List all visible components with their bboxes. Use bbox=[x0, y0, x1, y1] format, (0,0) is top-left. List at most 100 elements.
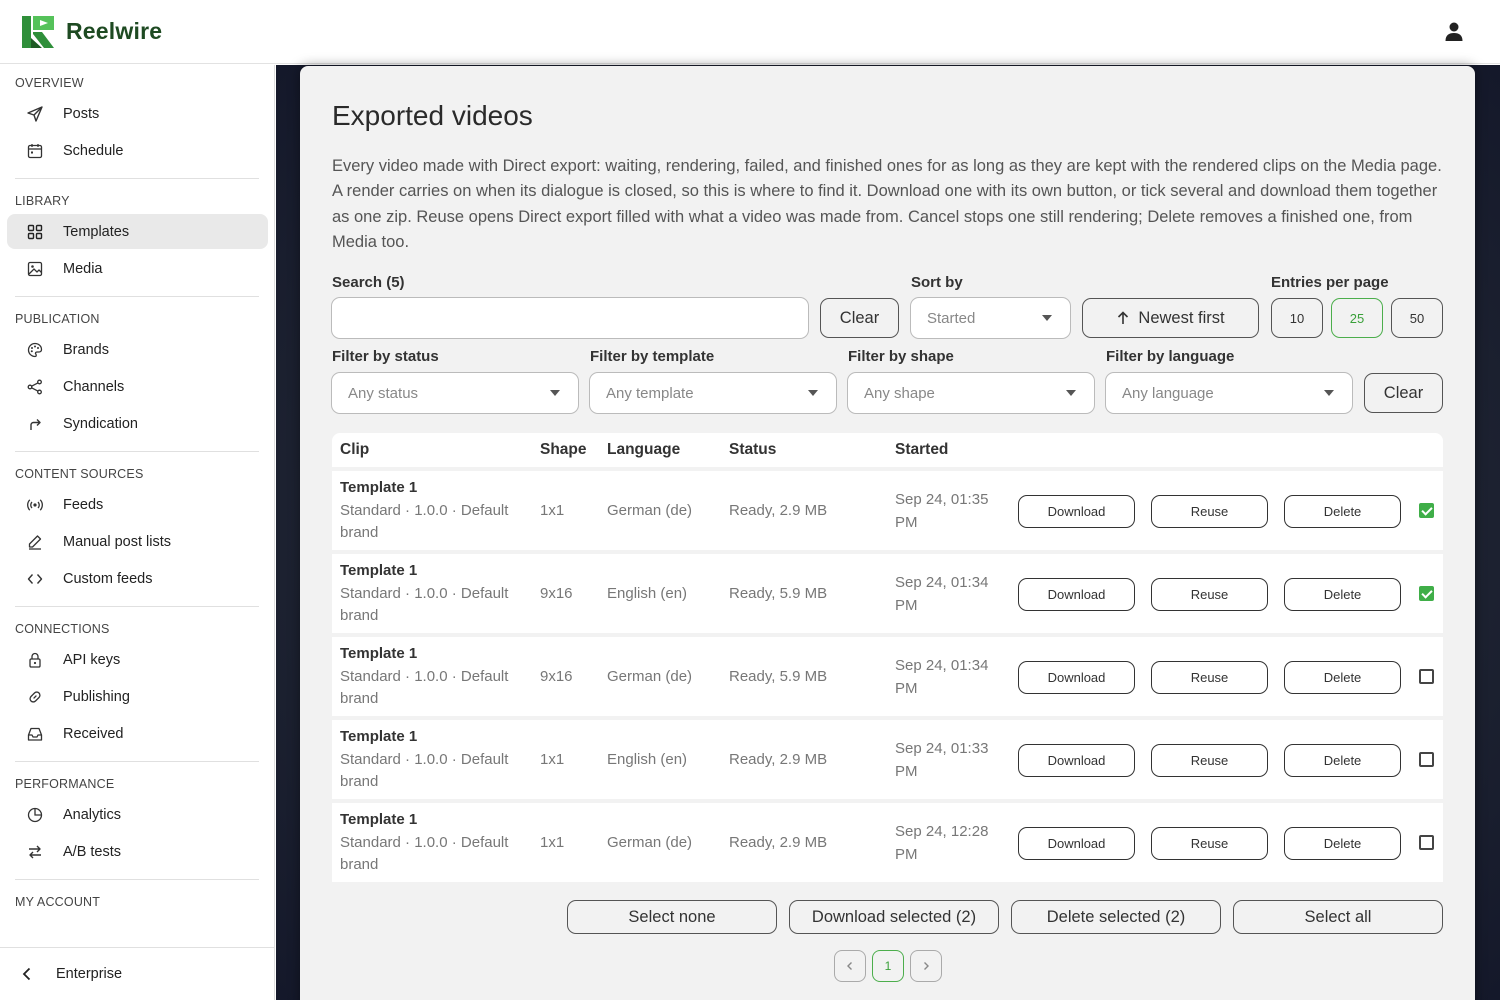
sidebar-item-received[interactable]: Received bbox=[7, 716, 268, 751]
row-select-checkbox[interactable] bbox=[1419, 503, 1434, 518]
pencil-icon bbox=[27, 534, 43, 550]
column-header-clip: Clip bbox=[340, 441, 370, 458]
section-title: OVERVIEW bbox=[15, 76, 84, 90]
download-button[interactable]: Download bbox=[1018, 827, 1135, 860]
sidebar-item-ab-tests[interactable]: A/B tests bbox=[7, 834, 268, 869]
clip-meta: Standard · 1.0.0 · Default bbox=[340, 501, 509, 519]
sidebar-item-posts[interactable]: Posts bbox=[7, 96, 268, 131]
code-icon bbox=[27, 571, 43, 587]
started-cell: Sep 24, 01:35 PM bbox=[895, 489, 988, 534]
swap-icon bbox=[27, 844, 43, 860]
reuse-button[interactable]: Reuse bbox=[1151, 578, 1268, 611]
entries-10-button[interactable]: 10 bbox=[1271, 298, 1323, 338]
filter-status-select[interactable]: Any status bbox=[331, 372, 579, 414]
forward-icon bbox=[27, 416, 43, 432]
reuse-button[interactable]: Reuse bbox=[1151, 827, 1268, 860]
person-icon[interactable] bbox=[1442, 20, 1466, 44]
pagination-next-button[interactable] bbox=[910, 950, 942, 982]
entries-per-page-label: Entries per page bbox=[1271, 274, 1389, 291]
filter-template-select[interactable]: Any template bbox=[589, 372, 837, 414]
download-button[interactable]: Download bbox=[1018, 661, 1135, 694]
sort-select[interactable]: Started bbox=[910, 297, 1071, 339]
divider bbox=[15, 178, 259, 179]
started-date: Sep 24, 01:34 bbox=[895, 574, 989, 591]
sidebar-item-media[interactable]: Media bbox=[7, 251, 268, 286]
filter-status-label: Filter by status bbox=[332, 348, 439, 365]
select-all-button[interactable]: Select all bbox=[1233, 900, 1443, 934]
search-input[interactable] bbox=[331, 297, 809, 339]
started-period: PM bbox=[895, 513, 918, 531]
delete-button[interactable]: Delete bbox=[1284, 495, 1401, 528]
row-select-checkbox[interactable] bbox=[1419, 586, 1434, 601]
section-title: MY ACCOUNT bbox=[15, 895, 101, 909]
download-button[interactable]: Download bbox=[1018, 495, 1135, 528]
pagination-prev-button[interactable] bbox=[834, 950, 866, 982]
select-none-button[interactable]: Select none bbox=[567, 900, 777, 934]
filter-language-select[interactable]: Any language bbox=[1105, 372, 1353, 414]
clip-cell: Template 1 Standard · 1.0.0 · Default br… bbox=[340, 809, 508, 877]
clip-cell: Template 1 Standard · 1.0.0 · Default br… bbox=[340, 726, 508, 794]
search-label: Search (5) bbox=[332, 274, 405, 291]
entries-50-button[interactable]: 50 bbox=[1391, 298, 1443, 338]
filter-shape-select[interactable]: Any shape bbox=[847, 372, 1095, 414]
reuse-button[interactable]: Reuse bbox=[1151, 661, 1268, 694]
sort-label: Sort by bbox=[911, 274, 963, 291]
sidebar-item-label: Custom feeds bbox=[63, 570, 153, 587]
pie-chart-icon bbox=[27, 807, 43, 823]
sidebar-item-label: API keys bbox=[63, 651, 121, 668]
clip-title: Template 1 bbox=[340, 479, 418, 496]
reuse-button[interactable]: Reuse bbox=[1151, 495, 1268, 528]
reuse-button[interactable]: Reuse bbox=[1151, 744, 1268, 777]
download-selected-button[interactable]: Download selected (2) bbox=[789, 900, 999, 934]
clip-meta-brand: brand bbox=[340, 856, 379, 873]
sidebar-item-templates[interactable]: Templates bbox=[7, 214, 268, 249]
filter-template-value: Any template bbox=[606, 384, 694, 402]
sidebar-item-analytics[interactable]: Analytics bbox=[7, 797, 268, 832]
section-title: PERFORMANCE bbox=[15, 777, 115, 791]
row-select-checkbox[interactable] bbox=[1419, 752, 1434, 767]
row-select-checkbox[interactable] bbox=[1419, 835, 1434, 850]
filters-clear-button[interactable]: Clear bbox=[1364, 373, 1443, 413]
sidebar-footer-label: Enterprise bbox=[56, 966, 123, 982]
filter-shape-label: Filter by shape bbox=[848, 348, 954, 365]
chevron-left-icon bbox=[20, 967, 34, 981]
link-icon bbox=[27, 689, 43, 705]
entries-25-button[interactable]: 25 bbox=[1331, 298, 1383, 338]
sidebar-item-syndication[interactable]: Syndication bbox=[7, 406, 268, 441]
search-clear-button[interactable]: Clear bbox=[820, 298, 899, 338]
download-button[interactable]: Download bbox=[1018, 578, 1135, 611]
sidebar-item-label: Manual post lists bbox=[63, 533, 171, 550]
delete-button[interactable]: Delete bbox=[1284, 827, 1401, 860]
sidebar-item-custom-feeds[interactable]: Custom feeds bbox=[7, 561, 268, 596]
sidebar: OVERVIEW Posts Schedule LIBRARY Template… bbox=[0, 65, 275, 1000]
row-select-checkbox[interactable] bbox=[1419, 669, 1434, 684]
page-title: Exported videos bbox=[332, 100, 533, 131]
sidebar-item-feeds[interactable]: Feeds bbox=[7, 487, 268, 522]
sidebar-item-channels[interactable]: Channels bbox=[7, 369, 268, 404]
started-date: Sep 24, 01:34 bbox=[895, 657, 989, 674]
sidebar-item-manual-post-lists[interactable]: Manual post lists bbox=[7, 524, 268, 559]
language-cell: German (de) bbox=[607, 668, 693, 685]
delete-button[interactable]: Delete bbox=[1284, 661, 1401, 694]
clip-meta-brand: brand bbox=[340, 524, 379, 541]
download-button[interactable]: Download bbox=[1018, 744, 1135, 777]
column-header-status: Status bbox=[729, 441, 777, 458]
brand[interactable]: Reelwire bbox=[22, 15, 162, 48]
clip-cell: Template 1 Standard · 1.0.0 · Default br… bbox=[340, 477, 508, 545]
column-header-language: Language bbox=[607, 441, 681, 458]
sidebar-item-brands[interactable]: Brands bbox=[7, 332, 268, 367]
exported-videos-panel: Exported videos Every video made with Di… bbox=[300, 66, 1475, 1000]
sidebar-item-schedule[interactable]: Schedule bbox=[7, 133, 268, 168]
sidebar-item-publishing[interactable]: Publishing bbox=[7, 679, 268, 714]
delete-button[interactable]: Delete bbox=[1284, 744, 1401, 777]
delete-button[interactable]: Delete bbox=[1284, 578, 1401, 611]
sidebar-item-label: Brands bbox=[63, 341, 109, 358]
sidebar-section-content-sources: CONTENT SOURCES Feeds Manual post lists … bbox=[0, 456, 274, 596]
sidebar-footer-enterprise[interactable]: Enterprise bbox=[0, 947, 274, 1000]
delete-selected-button[interactable]: Delete selected (2) bbox=[1011, 900, 1221, 934]
pagination-page-button[interactable]: 1 bbox=[872, 950, 904, 982]
sort-direction-button[interactable]: Newest first bbox=[1082, 298, 1259, 338]
filter-language-label: Filter by language bbox=[1106, 348, 1235, 365]
sidebar-item-api-keys[interactable]: API keys bbox=[7, 642, 268, 677]
reelwire-logo bbox=[22, 15, 54, 48]
